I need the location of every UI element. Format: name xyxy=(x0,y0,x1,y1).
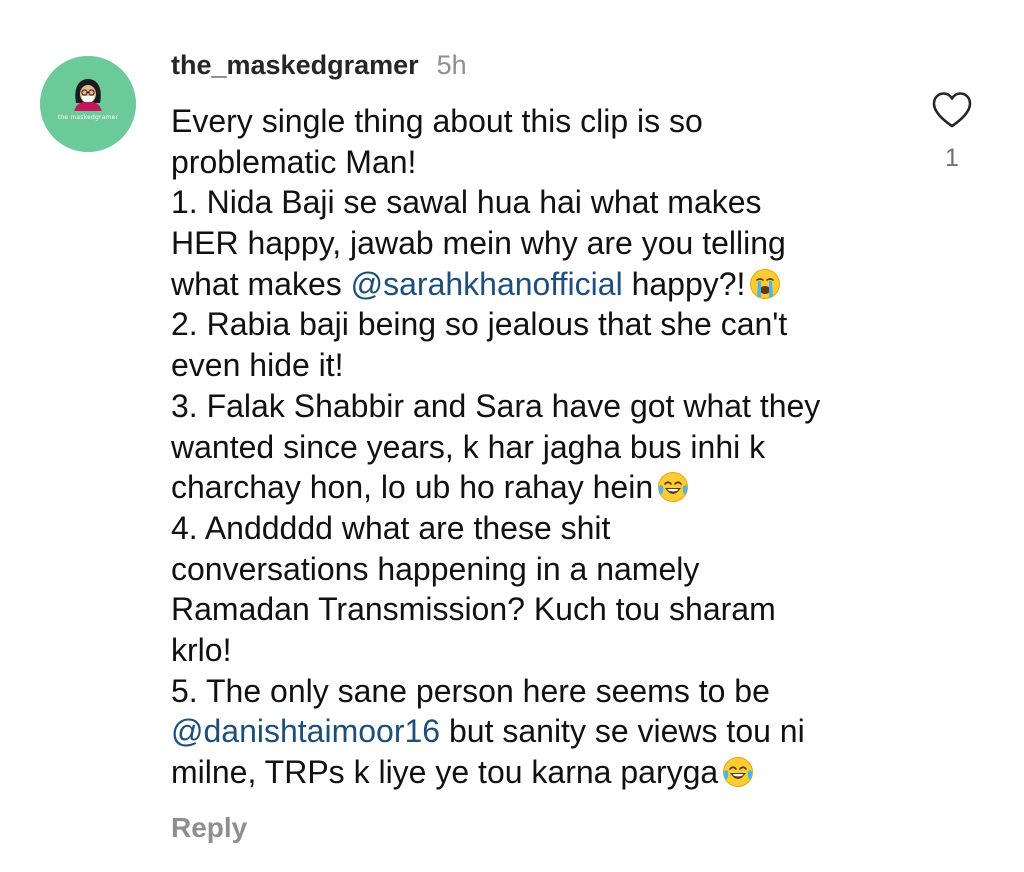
comment-line-text: problematic Man! xyxy=(171,143,417,180)
heart-icon[interactable] xyxy=(928,86,976,134)
comment-line-text: conversations happening in a namely xyxy=(171,550,700,587)
comment-line-text: charchay hon, lo ub ho rahay hein xyxy=(171,469,654,506)
comment: the maskedgramer the_maskedgramer 5h Eve… xyxy=(0,0,1024,872)
comment-line: krlo! xyxy=(171,630,891,671)
loudly-crying-face-emoji-icon xyxy=(750,268,781,299)
comment-line-text: even hide it! xyxy=(171,347,344,384)
avatar[interactable]: the maskedgramer xyxy=(40,56,136,152)
comment-line: what makes @sarahkhanofficial happy?! xyxy=(171,264,891,305)
comment-line: HER happy, jawab mein why are you tellin… xyxy=(171,223,891,264)
face-with-tears-of-joy-emoji-icon xyxy=(723,757,754,787)
mention-link[interactable]: @danishtaimoor16 xyxy=(171,713,440,749)
comment-line-text: HER happy, jawab mein why are you tellin… xyxy=(171,225,786,262)
face-with-tears-of-joy-emoji-icon xyxy=(658,472,689,503)
comment-line: conversations happening in a namely xyxy=(171,549,891,590)
comment-header: the_maskedgramer 5h xyxy=(171,50,467,84)
comment-line-text: but sanity se views tou ni xyxy=(440,713,805,750)
comment-line-text: milne, TRPs k liye ye tou karna paryga xyxy=(171,754,719,790)
comment-line: Every single thing about this clip is so xyxy=(171,101,891,142)
comment-line-text: wanted since years, k har jagha bus inhi… xyxy=(171,428,766,465)
comment-line: 4. Anddddd what are these shit xyxy=(171,508,891,549)
avatar-caption: the maskedgramer xyxy=(57,114,119,121)
comment-line-text: 2. Rabia baji being so jealous that she … xyxy=(171,306,788,343)
comment-line-text: krlo! xyxy=(171,631,232,668)
avatar-illustration-icon xyxy=(40,56,136,152)
mention-link[interactable]: @sarahkhanofficial xyxy=(351,266,623,302)
comment-line: Ramadan Transmission? Kuch tou sharam xyxy=(171,589,891,630)
comment-line-text: 5. The only sane person here seems to be xyxy=(171,672,770,709)
comment-line-text: 3. Falak Shabbir and Sara have got what … xyxy=(171,387,821,424)
comment-line-text: 4. Anddddd what are these shit xyxy=(171,509,611,546)
comment-line-text: Every single thing about this clip is so xyxy=(171,103,703,139)
comment-line: 2. Rabia baji being so jealous that she … xyxy=(171,304,891,345)
timestamp: 5h xyxy=(436,50,467,80)
comment-line: problematic Man! xyxy=(171,142,891,183)
comment-line: milne, TRPs k liye ye tou karna paryga xyxy=(171,752,891,793)
comment-line: even hide it! xyxy=(171,345,891,386)
comment-line-text: happy?! xyxy=(622,265,746,302)
username[interactable]: the_maskedgramer xyxy=(171,50,419,81)
comment-line: wanted since years, k har jagha bus inhi… xyxy=(171,427,891,468)
comment-text: Every single thing about this clip is so… xyxy=(171,101,891,793)
comment-line: 1. Nida Baji se sawal hua hai what makes xyxy=(171,182,891,223)
comment-line: 3. Falak Shabbir and Sara have got what … xyxy=(171,386,891,427)
reply-button[interactable]: Reply xyxy=(171,812,247,844)
comment-line-text: what makes xyxy=(171,265,351,302)
comment-line-text: Ramadan Transmission? Kuch tou sharam xyxy=(171,591,776,628)
comment-line: charchay hon, lo ub ho rahay hein xyxy=(171,467,891,508)
comment-line: @danishtaimoor16 but sanity se views tou… xyxy=(171,711,891,752)
comment-line-text: 1. Nida Baji se sawal hua hai what makes xyxy=(171,184,762,221)
comment-line: 5. The only sane person here seems to be xyxy=(171,671,891,712)
like-count: 1 xyxy=(945,144,959,172)
